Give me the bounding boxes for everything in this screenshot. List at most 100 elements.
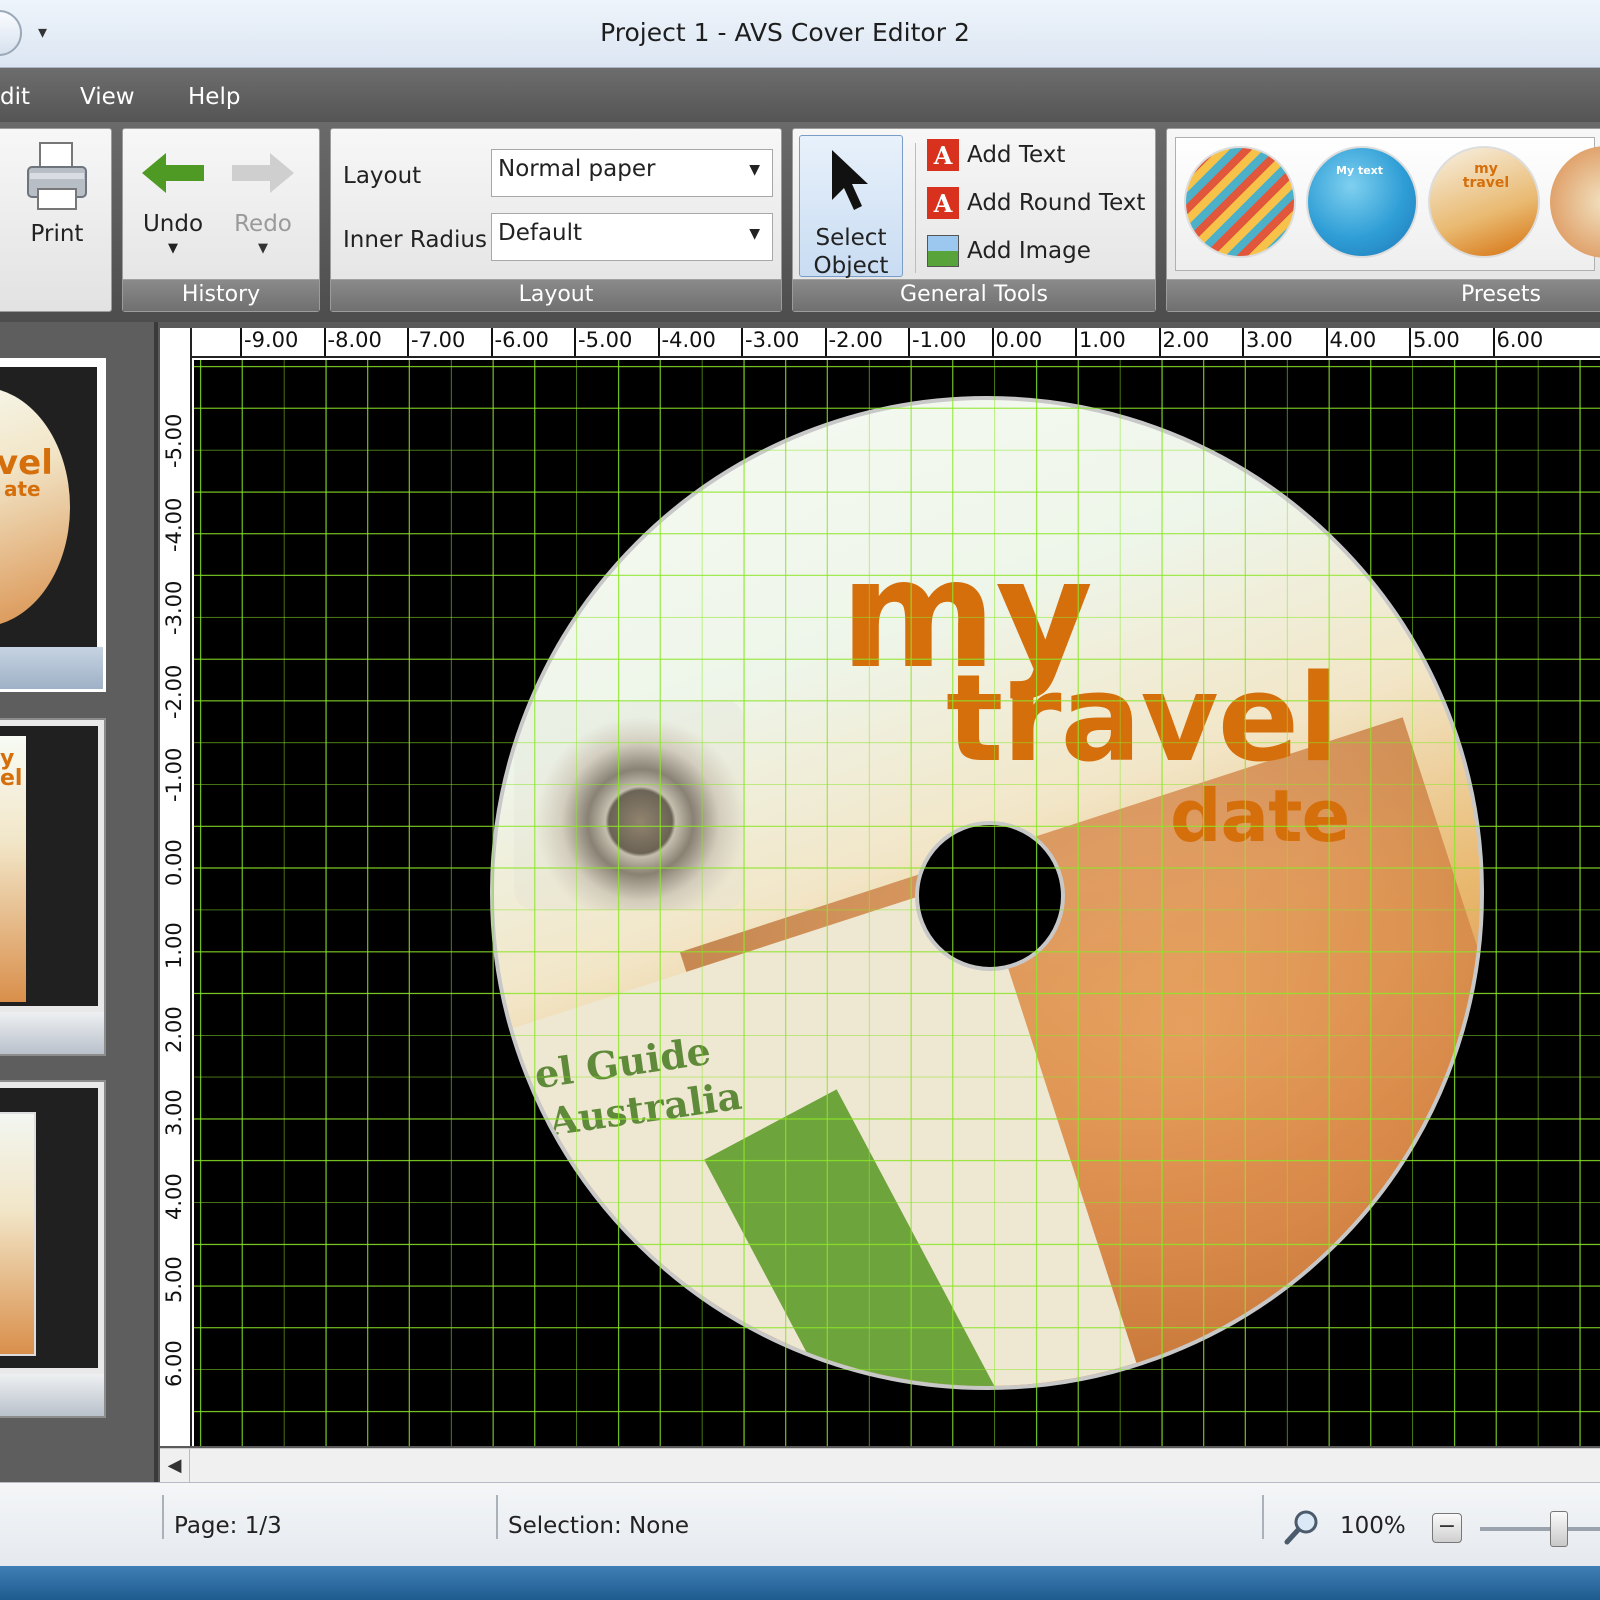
taskbar-strip — [0, 1566, 1600, 1600]
undo-dropdown-icon[interactable]: ▼ — [137, 241, 209, 256]
page-indicator: Page: 1/3 — [174, 1513, 282, 1539]
ruler-tick-label: -6.00 — [490, 328, 549, 356]
ruler-tick-label: 0.00 — [991, 328, 1042, 356]
inner-radius-label: Inner Radius — [343, 227, 487, 253]
group-history: Undo ▼ Redo ▼ History — [122, 128, 320, 312]
thumbnail-text: ate — [4, 477, 41, 501]
group-file: Print — [0, 128, 112, 312]
image-icon — [927, 235, 959, 267]
preset-title: My text — [1336, 164, 1384, 177]
ruler-tick-label: 5.00 — [162, 1256, 186, 1303]
add-image-label: Add Image — [967, 238, 1091, 264]
magnifier-icon — [1284, 1510, 1318, 1545]
menu-edit[interactable]: dit — [0, 84, 30, 110]
camera-image — [514, 700, 744, 910]
layout-select[interactable]: Normal paper ▼ — [491, 149, 773, 197]
ruler-tick-label: -9.00 — [240, 328, 298, 356]
page-thumbnail-3[interactable] — [0, 1080, 106, 1418]
menu-view[interactable]: View — [80, 84, 135, 110]
design-canvas[interactable]: -9.00 -8.00 -7.00 -6.00 -5.00 -4.00 -3.00 -2.00… — [160, 328, 1600, 1446]
select-object-label-1: Select — [815, 225, 887, 251]
add-text-button[interactable]: A Add Text — [927, 139, 1065, 171]
ruler-tick-label: 4.00 — [1325, 328, 1376, 356]
redo-button[interactable]: Redo ▼ — [227, 151, 299, 256]
add-round-text-button[interactable]: A Add Round Text — [927, 187, 1145, 219]
zoom-out-button[interactable]: − — [1432, 1513, 1462, 1543]
zoom-slider-thumb[interactable] — [1550, 1511, 1568, 1547]
group-label-general-tools: General Tools — [793, 279, 1155, 311]
group-label-history: History — [123, 279, 319, 311]
redo-label: Redo — [234, 211, 292, 237]
undo-button[interactable]: Undo ▼ — [137, 151, 209, 256]
add-image-button[interactable]: Add Image — [927, 235, 1091, 267]
horizontal-ruler: -9.00 -8.00 -7.00 -6.00 -5.00 -4.00 -3.00 -2.00… — [160, 328, 1600, 358]
preset-thumbnail[interactable] — [1184, 146, 1296, 258]
disc-title-date[interactable]: date — [1170, 780, 1350, 852]
thumbnail-footer — [0, 1012, 104, 1054]
menu-bar: dit View Help — [0, 68, 1600, 122]
ruler-tick-label: 5.00 — [1409, 328, 1460, 356]
disc-center-hole — [915, 821, 1065, 971]
group-general-tools: Select Object A Add Text A Add Round Tex… — [792, 128, 1156, 312]
status-separator — [1262, 1495, 1264, 1539]
ruler-tick-label: 2.00 — [1158, 328, 1209, 356]
layout-field-label: Layout — [343, 163, 422, 189]
thumbnail-text: el — [0, 766, 23, 791]
ruler-tick-label: 4.00 — [162, 1172, 186, 1220]
preset-title: my travel — [1462, 161, 1510, 191]
ruler-tick-label: -5.00 — [574, 328, 632, 356]
inner-radius-value: Default — [498, 220, 583, 246]
status-separator — [496, 1495, 498, 1539]
ruler-tick-label: 6.00 — [1492, 328, 1543, 356]
ruler-tick-label: 1.00 — [162, 922, 186, 969]
thumbnail-preview: vel ate — [0, 367, 97, 647]
ruler-tick-label: 6.00 — [162, 1339, 186, 1387]
status-separator — [162, 1495, 164, 1539]
selection-status: Selection: None — [508, 1513, 690, 1539]
ruler-tick-label: -8.00 — [323, 328, 382, 356]
disc-title-travel[interactable]: travel — [946, 660, 1339, 780]
inner-radius-select[interactable]: Default ▼ — [491, 213, 773, 261]
ruler-tick-label: 0.00 — [162, 838, 186, 886]
page-thumbnails-pane: vel ate y el — [0, 322, 158, 1482]
redo-dropdown-icon[interactable]: ▼ — [227, 241, 299, 256]
zoom-level: 100% — [1340, 1513, 1406, 1539]
thumbnail-footer — [0, 1374, 104, 1416]
add-text-label: Add Text — [967, 142, 1066, 168]
canvas-stage: el Guide Australia my travel date — [194, 360, 1600, 1446]
chevron-down-icon: ▼ — [749, 226, 760, 242]
menu-help[interactable]: Help — [188, 84, 240, 110]
thumbnail-preview: y el — [0, 726, 98, 1006]
tools-divider — [915, 143, 916, 273]
thumbnail-preview — [0, 1088, 98, 1368]
group-layout: Layout Normal paper ▼ Inner Radius Defau… — [330, 128, 782, 312]
horizontal-scrollbar[interactable]: ◀ — [160, 1448, 1600, 1483]
ruler-tick-label: -1.00 — [162, 747, 186, 802]
page-thumbnail-1[interactable]: vel ate — [0, 358, 106, 692]
zoom-magnifier-icon[interactable] — [1282, 1507, 1322, 1551]
ruler-tick-label: -4.00 — [162, 497, 186, 552]
cursor-arrow-icon — [832, 150, 868, 210]
page-thumbnail-2[interactable]: y el — [0, 718, 106, 1056]
ribbon: Print Undo ▼ Redo ▼ History Layout Norma… — [0, 122, 1600, 322]
preset-thumbnail[interactable] — [1550, 146, 1600, 258]
zoom-slider-track[interactable] — [1480, 1527, 1600, 1531]
ruler-tick-label: -7.00 — [407, 328, 465, 356]
preset-thumbnail[interactable]: my travel — [1428, 146, 1540, 258]
disc-label[interactable]: el Guide Australia my travel date — [490, 396, 1484, 1390]
print-button[interactable]: Print — [17, 139, 97, 247]
scroll-left-arrow-icon[interactable]: ◀ — [160, 1449, 190, 1483]
ruler-tick-label: -3.00 — [162, 580, 186, 635]
select-object-button[interactable]: Select Object — [799, 135, 903, 279]
printer-icon — [27, 142, 87, 210]
vertical-ruler: -5.00 -4.00 -3.00 -2.00 -1.00 0.00 1.00 2.00 3.0… — [160, 328, 192, 1446]
add-round-text-label: Add Round Text — [967, 190, 1146, 216]
select-object-label-2: Object — [813, 253, 889, 279]
preset-thumbnail[interactable]: My text — [1306, 146, 1418, 258]
layout-select-value: Normal paper — [498, 156, 656, 182]
ruler-tick-label: -4.00 — [657, 328, 716, 356]
group-label-layout: Layout — [331, 279, 781, 311]
text-a-icon: A — [927, 139, 959, 171]
window-title: Project 1 - AVS Cover Editor 2 — [600, 18, 970, 47]
round-text-icon: A — [927, 187, 959, 219]
